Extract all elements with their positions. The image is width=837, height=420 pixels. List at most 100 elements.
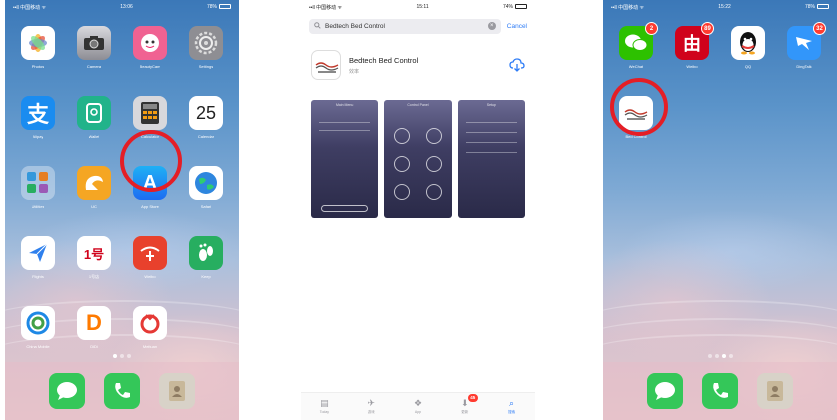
screenshot-button xyxy=(425,156,442,172)
app-qq[interactable]: QQ xyxy=(727,26,769,80)
contacts-icon[interactable] xyxy=(757,373,794,409)
page-dot xyxy=(728,354,733,358)
screenshot-line xyxy=(319,122,371,123)
tab-label: App xyxy=(414,410,422,414)
app-globe[interactable]: Safari xyxy=(185,166,227,220)
paper-plane-icon xyxy=(21,236,55,270)
battery-indicator: 78% xyxy=(805,4,829,10)
app-screenshot[interactable]: Setup xyxy=(457,100,525,218)
phone-icon[interactable] xyxy=(103,373,140,409)
updates-badge: 45 xyxy=(467,393,478,402)
app-label: UC xyxy=(91,204,97,209)
app-label: QQ xyxy=(744,64,752,69)
app-beautycam[interactable]: BeautyCam xyxy=(129,26,171,80)
download-tray-icon: ⬇ xyxy=(461,397,469,408)
tab-search[interactable]: ⌕ 搜索 xyxy=(497,398,527,415)
meituan-icon xyxy=(133,306,167,340)
app-screenshots: Main Menu Control Panel Setup xyxy=(311,100,525,218)
china-mobile-icon xyxy=(21,306,55,340)
app-label: Settings xyxy=(198,64,214,69)
app-grid: Photos Camera BeautyCam Settings 支 Alipa… xyxy=(17,26,227,360)
app-flights[interactable]: Flights xyxy=(17,236,59,290)
app-photos[interactable]: Photos xyxy=(17,26,59,80)
app-label: Weibo xyxy=(686,64,698,69)
tab-label: 更新 xyxy=(461,409,469,414)
app-camera[interactable]: Camera xyxy=(73,26,115,80)
page-dot xyxy=(113,354,117,358)
app-uc-browser[interactable]: UC xyxy=(73,166,115,220)
app-meituan[interactable]: Meituan xyxy=(129,306,171,360)
tab-games[interactable]: ✈ 游戏 xyxy=(356,397,386,415)
notification-badge: 32 xyxy=(813,22,826,35)
alipay-icon: 支 xyxy=(21,96,55,130)
didi-icon: D xyxy=(77,306,111,340)
tab-today[interactable]: ▤ Today xyxy=(309,398,339,415)
result-text: Bedtech Bed Control 效率 xyxy=(349,56,501,75)
highlight-ring-bedtech-app xyxy=(610,78,668,136)
screenshot-line xyxy=(465,132,517,133)
battery-icon xyxy=(218,4,231,10)
app-label: Weibo xyxy=(144,274,156,279)
messages-icon[interactable] xyxy=(646,373,683,409)
battery-indicator: 74% xyxy=(503,4,527,10)
app-screenshot[interactable]: Main Menu xyxy=(311,100,379,218)
app-wallet[interactable]: Wallet xyxy=(73,96,115,150)
app-alipay[interactable]: 支 Alipay xyxy=(17,96,59,150)
battery-icon xyxy=(816,4,829,10)
app-label: 1号店 xyxy=(88,274,100,279)
tab-updates[interactable]: 45 ⬇ 更新 xyxy=(450,393,480,415)
battery-percent: 74% xyxy=(502,4,513,10)
search-query: Bedtech Bed Control xyxy=(325,22,385,30)
app-footprint[interactable]: Keep xyxy=(185,236,227,290)
clock: 13:06 xyxy=(120,4,133,10)
app-label: Alipay xyxy=(32,134,44,139)
cloud-download-icon[interactable] xyxy=(509,57,525,73)
app-settings[interactable]: Settings xyxy=(185,26,227,80)
contacts-icon[interactable] xyxy=(159,373,196,409)
rocket-icon: ✈ xyxy=(367,397,375,408)
app-store-search-screen: ••ll 中国移动 ᯤ 15:11 74% Bedtech Bed Contro… xyxy=(301,0,535,420)
app-china-mobile[interactable]: China Mobile xyxy=(17,306,59,360)
calendar-day: 25 xyxy=(195,102,217,123)
app-didi[interactable]: D DiDi xyxy=(73,306,115,360)
app-utilities-folder[interactable]: Utilities xyxy=(17,166,59,220)
app-shop-188[interactable]: 1号 1号店 xyxy=(73,236,115,290)
app-label: BeautyCam xyxy=(139,64,161,69)
clear-icon[interactable]: × xyxy=(487,22,496,30)
cancel-button[interactable]: Cancel xyxy=(507,23,527,30)
app-calendar[interactable]: 25 Calendar xyxy=(185,96,227,150)
phone-icon[interactable] xyxy=(701,373,738,409)
globe-icon xyxy=(189,166,223,200)
page-indicator xyxy=(5,354,239,358)
result-title: Bedtech Bed Control xyxy=(349,55,419,65)
didi-glyph: D xyxy=(86,310,102,335)
app-label: WeChat xyxy=(628,64,644,69)
app-wechat[interactable]: 2 WeChat xyxy=(615,22,658,80)
app-screenshot[interactable]: Control Panel xyxy=(384,100,452,218)
app-dingtalk[interactable]: 32 DingTalk xyxy=(783,22,826,80)
messages-icon[interactable] xyxy=(48,373,85,409)
qq-icon xyxy=(731,26,765,60)
clock: 15:22 xyxy=(718,4,731,10)
app-weibo[interactable]: Weibo xyxy=(129,236,171,290)
battery-icon xyxy=(515,4,527,10)
app-label: Meituan xyxy=(142,344,158,349)
home-screen-before: ••ll 中国移动 ᯤ 13:06 78% Photos Camera Beau… xyxy=(5,0,239,420)
toutiao-glyph: 由 xyxy=(683,34,701,54)
tab-bar: ▤ Today ✈ 游戏 ❖ App 45 ⬇ 更新 ⌕ 搜索 xyxy=(301,392,535,420)
dock xyxy=(603,362,837,420)
app-label: App Store xyxy=(141,204,159,209)
app-label: DiDi xyxy=(90,344,98,349)
today-icon: ▤ xyxy=(320,398,329,408)
screenshot-line xyxy=(319,130,371,131)
notification-badge: 2 xyxy=(645,22,658,35)
tab-apps[interactable]: ❖ App xyxy=(403,399,433,415)
page-dot xyxy=(707,354,712,358)
screenshot-line xyxy=(465,142,517,143)
search-result-item[interactable]: Bedtech Bed Control 效率 xyxy=(311,50,525,80)
app-label: Calendar xyxy=(197,134,215,139)
search-row: Bedtech Bed Control × Cancel xyxy=(309,18,527,34)
utilities-folder-icon xyxy=(21,166,55,200)
search-input[interactable]: Bedtech Bed Control × xyxy=(309,18,501,34)
app-toutiao[interactable]: 由 89 Weibo xyxy=(671,22,714,80)
